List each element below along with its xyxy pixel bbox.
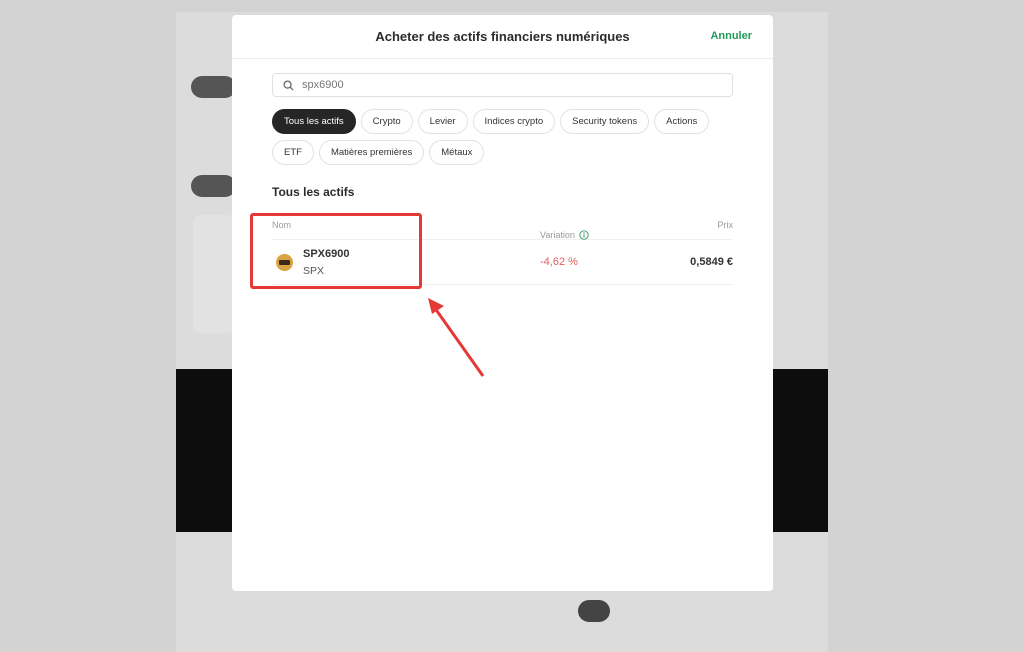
info-icon[interactable] <box>579 230 589 240</box>
asset-change: -4,62 % <box>540 256 578 268</box>
column-price: Prix <box>717 220 734 230</box>
column-change: Variation <box>540 230 589 240</box>
section-title: Tous les actifs <box>272 185 355 199</box>
filter-chips: Tous les actifs Crypto Levier Indices cr… <box>272 109 742 165</box>
filter-metals[interactable]: Métaux <box>429 140 485 165</box>
asset-name: SPX6900 <box>303 248 350 260</box>
filter-leverage[interactable]: Levier <box>417 109 468 134</box>
column-change-label: Variation <box>540 230 575 240</box>
background-card <box>193 215 235 333</box>
spx6900-logo-icon <box>276 254 293 271</box>
filter-crypto-indices[interactable]: Indices crypto <box>472 109 556 134</box>
asset-price: 0,5849 € <box>690 256 733 268</box>
table-header: Nom Variation Prix <box>272 220 733 240</box>
asset-symbol: SPX <box>303 265 325 277</box>
column-name: Nom <box>272 220 292 230</box>
cancel-button[interactable]: Annuler <box>710 30 752 42</box>
background-pill <box>578 600 610 622</box>
modal-title: Acheter des actifs financiers numériques <box>375 29 630 44</box>
search-icon <box>283 79 294 91</box>
annotation-arrow-icon <box>428 298 485 377</box>
table-row[interactable]: SPX6900 SPX -4,62 % 0,5849 € <box>272 241 733 285</box>
filter-stocks[interactable]: Actions <box>654 109 710 134</box>
background-pill <box>191 76 236 98</box>
background-pill <box>191 175 236 197</box>
buy-assets-modal: Acheter des actifs financiers numériques… <box>232 15 773 591</box>
filter-etf[interactable]: ETF <box>272 140 314 165</box>
filter-security-tokens[interactable]: Security tokens <box>560 109 650 134</box>
filter-commodities[interactable]: Matières premières <box>318 140 425 165</box>
search-field[interactable] <box>272 73 733 97</box>
filter-crypto[interactable]: Crypto <box>360 109 413 134</box>
search-input[interactable] <box>302 79 702 91</box>
filter-all[interactable]: Tous les actifs <box>272 109 356 134</box>
modal-header: Acheter des actifs financiers numériques… <box>232 15 773 59</box>
